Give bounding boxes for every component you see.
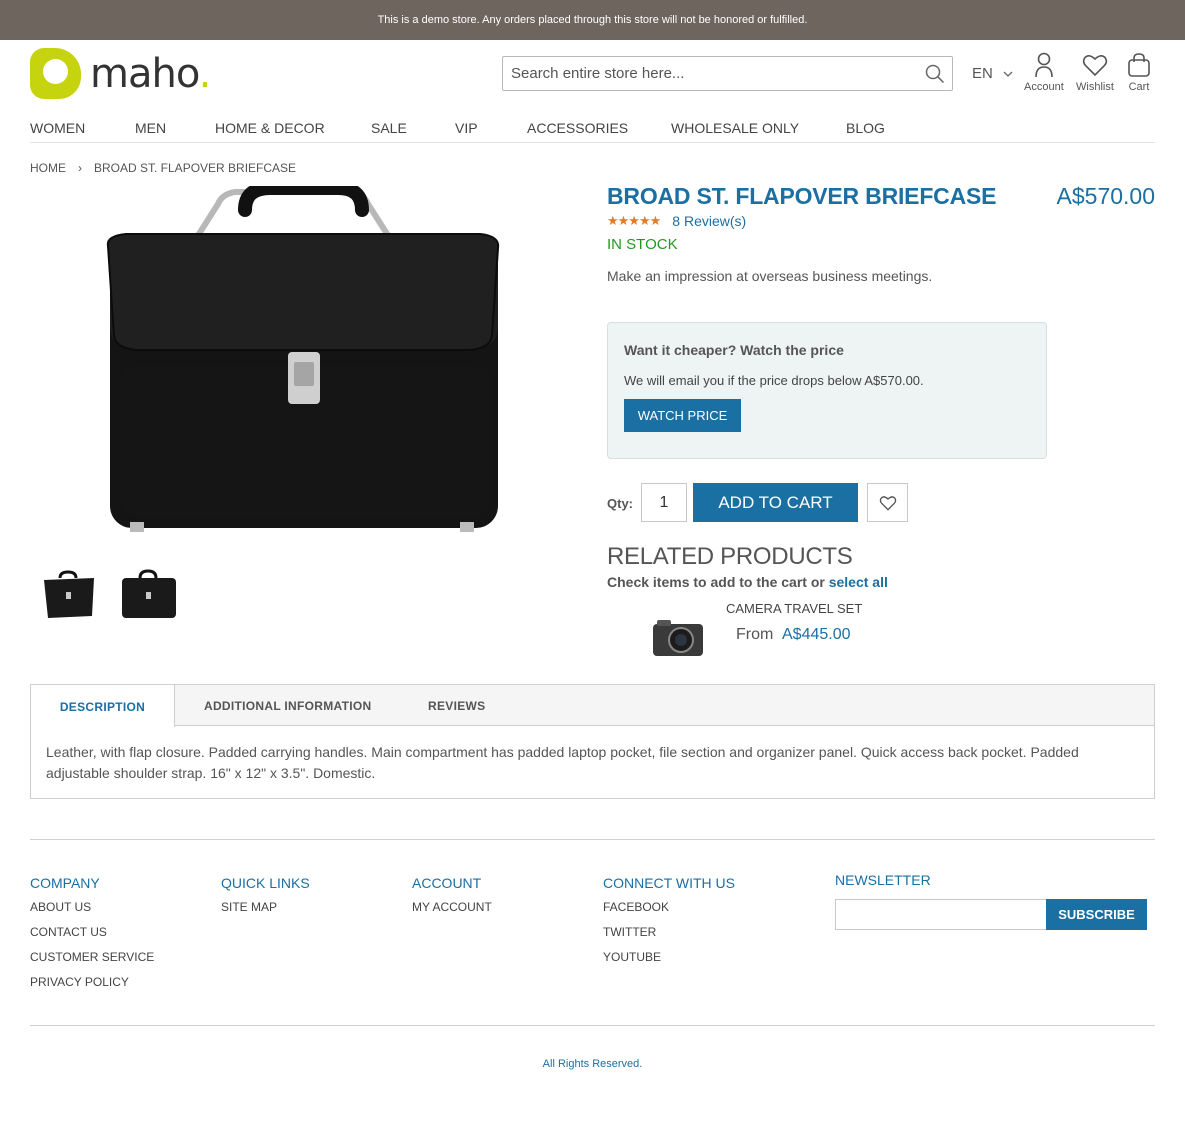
nav-item-vip[interactable]: VIP	[455, 120, 478, 136]
cart-label: Cart	[1128, 81, 1150, 93]
footer-link-twitter[interactable]: TWITTER	[603, 925, 735, 950]
wishlist-link[interactable]: Wishlist	[1076, 52, 1114, 93]
heart-icon	[879, 495, 896, 511]
logo-mark-icon	[30, 48, 81, 99]
copyright-text: All Rights Reserved.	[542, 1058, 643, 1070]
short-description: Make an impression at overseas business …	[607, 268, 933, 284]
nav-item-home-decor[interactable]: HOME & DECOR	[215, 120, 325, 136]
footer-link-customer-service[interactable]: CUSTOMER SERVICE	[30, 950, 154, 975]
footer-link-youtube[interactable]: YOUTUBE	[603, 950, 735, 975]
main-navigation: WOMEN MEN HOME & DECOR SALE VIP ACCESSOR…	[30, 115, 1155, 143]
footer-column-quick-links: QUICK LINKS SITE MAP	[221, 875, 310, 925]
qty-input[interactable]	[641, 483, 687, 522]
nav-item-sale[interactable]: SALE	[371, 120, 407, 136]
related-products-title: RELATED PRODUCTS	[607, 543, 853, 570]
breadcrumb-home[interactable]: HOME	[30, 161, 66, 175]
nav-item-wholesale-only[interactable]: WHOLESALE ONLY	[671, 120, 799, 136]
footer-link-my-account[interactable]: MY ACCOUNT	[412, 900, 492, 925]
nav-item-accessories[interactable]: ACCESSORIES	[527, 120, 628, 136]
newsletter-email-input[interactable]	[835, 899, 1046, 930]
language-switcher[interactable]: EN	[972, 65, 1013, 82]
footer-heading-account: ACCOUNT	[412, 875, 482, 891]
store-logo[interactable]: maho.	[30, 48, 211, 99]
related-product-from: From	[736, 626, 774, 643]
breadcrumb-separator: ›	[78, 161, 82, 175]
nav-item-women[interactable]: WOMEN	[30, 120, 85, 136]
search-input[interactable]	[503, 57, 918, 90]
chevron-down-icon	[1003, 71, 1013, 77]
add-to-cart-button[interactable]: ADD TO CART	[693, 483, 858, 522]
product-thumbnail-1[interactable]	[38, 564, 98, 624]
footer-link-contact-us[interactable]: CONTACT US	[30, 925, 154, 950]
wishlist-label: Wishlist	[1076, 81, 1114, 93]
cart-link[interactable]: Cart	[1127, 52, 1151, 93]
rating-stars-icon: ★★★★★	[607, 213, 661, 228]
watch-price-box: Want it cheaper? Watch the price We will…	[607, 322, 1047, 459]
tab-description[interactable]: DESCRIPTION	[31, 685, 175, 727]
watch-price-button[interactable]: WATCH PRICE	[624, 399, 741, 432]
footer-heading-connect: CONNECT WITH US	[603, 875, 735, 891]
footer-bottom-divider	[30, 1025, 1155, 1026]
qty-label: Qty:	[607, 496, 633, 511]
site-header: maho. EN Account Wishlist Cart	[0, 40, 1185, 115]
footer-column-connect: CONNECT WITH US FACEBOOK TWITTER YOUTUBE	[603, 875, 735, 975]
demo-store-notice: This is a demo store. Any orders placed …	[0, 0, 1185, 40]
related-products-subtitle: Check items to add to the cart or select…	[607, 574, 888, 590]
related-product-name[interactable]: CAMERA TRAVEL SET	[726, 601, 862, 616]
footer-link-facebook[interactable]: FACEBOOK	[603, 900, 735, 925]
breadcrumb: HOME › BROAD ST. FLAPOVER BRIEFCASE	[30, 161, 296, 175]
reviews-link[interactable]: 8 Review(s)	[672, 213, 746, 229]
related-product-image[interactable]	[647, 612, 707, 664]
footer-divider	[30, 839, 1155, 840]
subscribe-button[interactable]: SUBSCRIBE	[1046, 899, 1147, 930]
product-rating: ★★★★★ 8 Review(s)	[607, 213, 746, 229]
product-title: BROAD ST. FLAPOVER BRIEFCASE	[607, 183, 997, 209]
footer-link-site-map[interactable]: SITE MAP	[221, 900, 310, 925]
footer-link-about-us[interactable]: ABOUT US	[30, 900, 154, 925]
account-label: Account	[1024, 81, 1064, 93]
footer-column-company: COMPANY ABOUT US CONTACT US CUSTOMER SER…	[30, 875, 154, 1000]
related-product-price: A$445.00	[782, 626, 851, 643]
footer-heading-quick-links: QUICK LINKS	[221, 875, 310, 891]
account-link[interactable]: Account	[1024, 52, 1064, 93]
product-tabs: DESCRIPTION ADDITIONAL INFORMATION REVIE…	[30, 684, 1155, 799]
footer-heading-company: COMPANY	[30, 875, 100, 891]
language-selected: EN	[972, 65, 993, 82]
search-box	[502, 56, 953, 91]
tab-additional-information[interactable]: ADDITIONAL INFORMATION	[204, 685, 371, 726]
tab-strip: DESCRIPTION ADDITIONAL INFORMATION REVIE…	[31, 685, 1154, 727]
newsletter-heading: NEWSLETTER	[835, 872, 931, 888]
footer-column-account: ACCOUNT MY ACCOUNT	[412, 875, 492, 925]
watch-price-title: Want it cheaper? Watch the price	[624, 342, 844, 358]
nav-item-blog[interactable]: BLOG	[846, 120, 885, 136]
product-main-image[interactable]	[100, 186, 505, 538]
account-icon	[1035, 52, 1053, 78]
product-thumbnail-2[interactable]	[118, 564, 178, 624]
watch-price-text: We will email you if the price drops bel…	[624, 373, 924, 388]
nav-item-men[interactable]: MEN	[135, 120, 166, 136]
add-to-wishlist-button[interactable]	[867, 483, 908, 522]
tab-description-content: Leather, with flap closure. Padded carry…	[46, 744, 1079, 781]
tab-reviews[interactable]: REVIEWS	[428, 685, 485, 726]
footer-link-privacy-policy[interactable]: PRIVACY POLICY	[30, 975, 154, 1000]
stock-status: IN STOCK	[607, 236, 678, 253]
heart-icon	[1082, 55, 1108, 77]
shopping-bag-icon	[1128, 53, 1150, 77]
search-icon[interactable]	[918, 57, 952, 90]
select-all-link[interactable]: select all	[829, 574, 888, 590]
logo-text: maho.	[90, 50, 211, 97]
product-price: A$570.00	[1056, 183, 1155, 209]
breadcrumb-current: BROAD ST. FLAPOVER BRIEFCASE	[94, 161, 297, 175]
